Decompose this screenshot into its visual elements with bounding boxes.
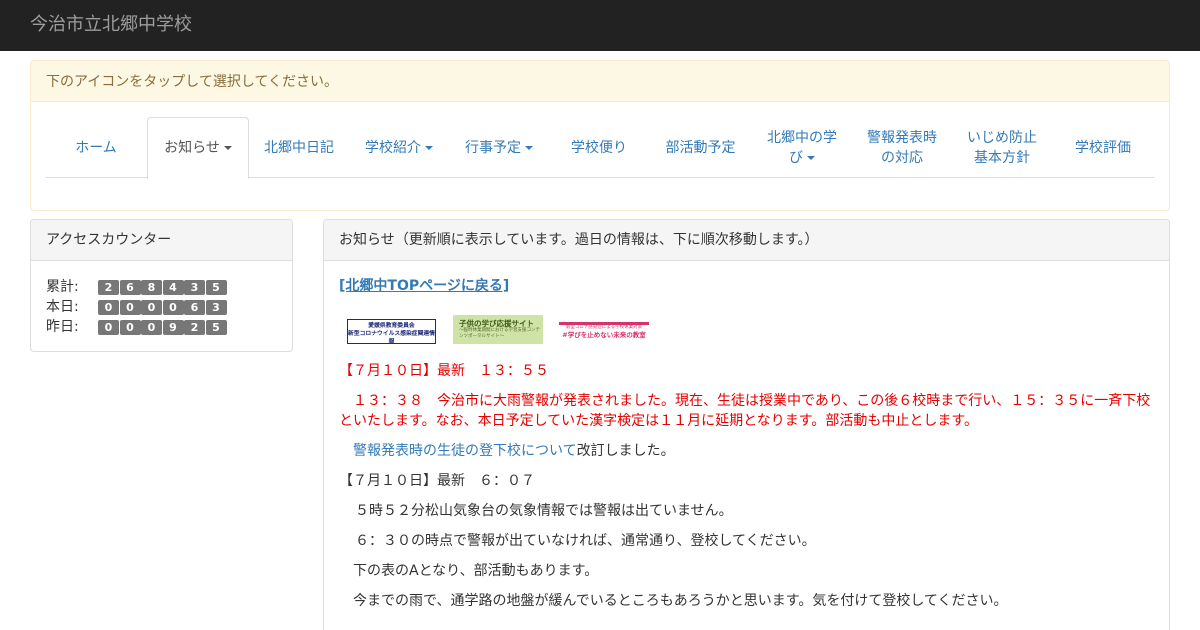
- counter-digit: 0: [119, 320, 141, 335]
- counter-digits: 000063: [98, 300, 227, 315]
- top-navbar: 今治市立北郷中学校: [0, 0, 1200, 51]
- counter-digits: 000925: [98, 320, 227, 335]
- counter-digit: 5: [205, 280, 227, 295]
- banner-text: 新型コロナウイルス感染症関連情報: [348, 331, 435, 345]
- tab-club-schedule[interactable]: 部活動予定: [649, 117, 752, 178]
- update1-heading: 【７月１０日】最新 １３：５５: [339, 363, 549, 379]
- counter-digit: 0: [141, 320, 162, 335]
- banner-text: ～臨時休業期間における学習支援コンテンツポータルサイト～: [459, 328, 540, 339]
- tab-newsletter[interactable]: 学校便り: [549, 117, 649, 178]
- tab-label: 基本方針: [974, 149, 1030, 166]
- counter-digit: 0: [141, 300, 162, 315]
- site-brand[interactable]: 今治市立北郷中学校: [30, 14, 192, 36]
- tab-label: 学校紹介: [365, 139, 421, 156]
- tab-anti-bullying[interactable]: いじめ防止 基本方針: [952, 117, 1052, 178]
- counter-digit: 0: [98, 300, 119, 315]
- banner-text: #学びを止めない未来の教室: [562, 331, 646, 339]
- caret-down-icon: [807, 155, 815, 160]
- tab-warning-response[interactable]: 警報発表時 の対応: [852, 117, 952, 178]
- counter-label: 昨日:: [46, 319, 79, 335]
- tab-label: 北郷中の学: [767, 129, 837, 146]
- tab-school-intro[interactable]: 学校紹介: [349, 117, 449, 178]
- tab-label: 部活動予定: [665, 139, 736, 156]
- revision-notice: 警報発表時の生徒の登下校について改訂しました。: [339, 441, 1154, 461]
- update2-line: 下の表のAとなり、部活動もあります。: [353, 563, 599, 579]
- tab-label: 学校便り: [571, 139, 627, 156]
- caret-down-icon: [223, 146, 232, 150]
- counter-digit: 5: [205, 320, 227, 335]
- counter-digit: 0: [119, 300, 141, 315]
- counter-digit: 2: [184, 320, 205, 335]
- nav-panel: 下のアイコンをタップして選択してください。 ホーム お知らせ 北郷中日記 学校紹…: [30, 60, 1170, 211]
- counter-digit: 2: [98, 280, 119, 295]
- counter-digit: 6: [119, 280, 141, 295]
- tab-news[interactable]: お知らせ: [147, 117, 249, 179]
- tab-label: の対応: [881, 149, 923, 166]
- banner-text: 子供の学び応援サイト: [459, 319, 534, 328]
- nav-hint: 下のアイコンをタップして選択してください。: [31, 61, 1169, 102]
- covid-info-banner[interactable]: 愛媛県教育委員会 新型コロナウイルス感染症関連情報: [347, 319, 436, 345]
- back-to-top-link[interactable]: [北郷中TOPページに戻る]: [339, 276, 509, 296]
- tab-label: ホーム: [75, 139, 117, 156]
- warning-guideline-link[interactable]: 警報発表時の生徒の登下校について: [353, 443, 577, 459]
- counter-digit: 4: [162, 280, 184, 295]
- counter-label: 累計:: [46, 279, 79, 295]
- update2-heading: 【７月１０日】最新 ６：０７: [339, 473, 535, 489]
- future-classroom-banner[interactable]: 新型コロナ感染症による学校休業対策 #学びを止めない未来の教室: [559, 322, 649, 339]
- banner-text: 愛媛県教育委員会: [368, 323, 415, 329]
- tab-label: 行事予定: [465, 139, 521, 156]
- counter-row-today: 本日: 000063: [46, 297, 227, 317]
- access-counter-panel: アクセスカウンター 累計: 268435 本日: 000063 昨日: 0009…: [30, 219, 293, 352]
- counter-row-yesterday: 昨日: 000925: [46, 317, 227, 337]
- caret-down-icon: [525, 145, 533, 150]
- update2-line: ５時５２分松山気象台の気象情報では警報は出ていません。: [355, 503, 733, 519]
- counter-label: 本日:: [46, 299, 79, 315]
- tab-learning[interactable]: 北郷中の学び: [752, 117, 852, 178]
- news-panel: お知らせ（更新順に表示しています。過日の情報は、下に順次移動します。） [北郷中…: [323, 219, 1170, 630]
- caret-down-icon: [425, 145, 433, 150]
- revision-suffix: 改訂しました。: [576, 443, 675, 459]
- tab-diary[interactable]: 北郷中日記: [249, 117, 349, 178]
- counter-digit: 8: [141, 280, 162, 295]
- update2-line: ６：３０の時点で警報が出ていなければ、通常通り、登校してください。: [355, 533, 816, 549]
- counter-row-total: 累計: 268435: [46, 277, 227, 297]
- access-counter-title: アクセスカウンター: [31, 220, 292, 261]
- counter-digit: 0: [98, 320, 119, 335]
- tab-label: 北郷中日記: [264, 139, 334, 156]
- tab-label: いじめ防止: [967, 129, 1037, 146]
- update1-text: １３：３８ 今治市に大雨警報が発表されました。現在、生徒は授業中であり、この後６…: [339, 393, 1151, 429]
- counter-digit: 6: [184, 300, 205, 315]
- tab-school-evaluation[interactable]: 学校評価: [1052, 117, 1154, 178]
- news-title: お知らせ（更新順に表示しています。過日の情報は、下に順次移動します。）: [324, 220, 1169, 261]
- tab-label: お知らせ: [164, 140, 220, 156]
- counter-digit: 0: [162, 300, 184, 315]
- learning-support-banner[interactable]: 子供の学び応援サイト ～臨時休業期間における学習支援コンテンツポータルサイト～: [453, 315, 543, 344]
- tab-label: 警報発表時: [867, 129, 937, 146]
- tab-home[interactable]: ホーム: [46, 117, 146, 178]
- nav-tabs: ホーム お知らせ 北郷中日記 学校紹介 行事予定 学校便り 部活動予定 北郷中の…: [46, 117, 1154, 179]
- counter-digit: 3: [184, 280, 205, 295]
- counter-digit: 9: [162, 320, 184, 335]
- counter-digits: 268435: [98, 280, 227, 295]
- tab-events[interactable]: 行事予定: [449, 117, 549, 178]
- counter-digit: 3: [205, 300, 227, 315]
- tab-label: 学校評価: [1075, 139, 1131, 156]
- update2-line: 今までの雨で、通学路の地盤が緩んでいるところもあろうかと思います。気を付けて登校…: [353, 593, 1008, 609]
- tab-label: び: [789, 149, 803, 166]
